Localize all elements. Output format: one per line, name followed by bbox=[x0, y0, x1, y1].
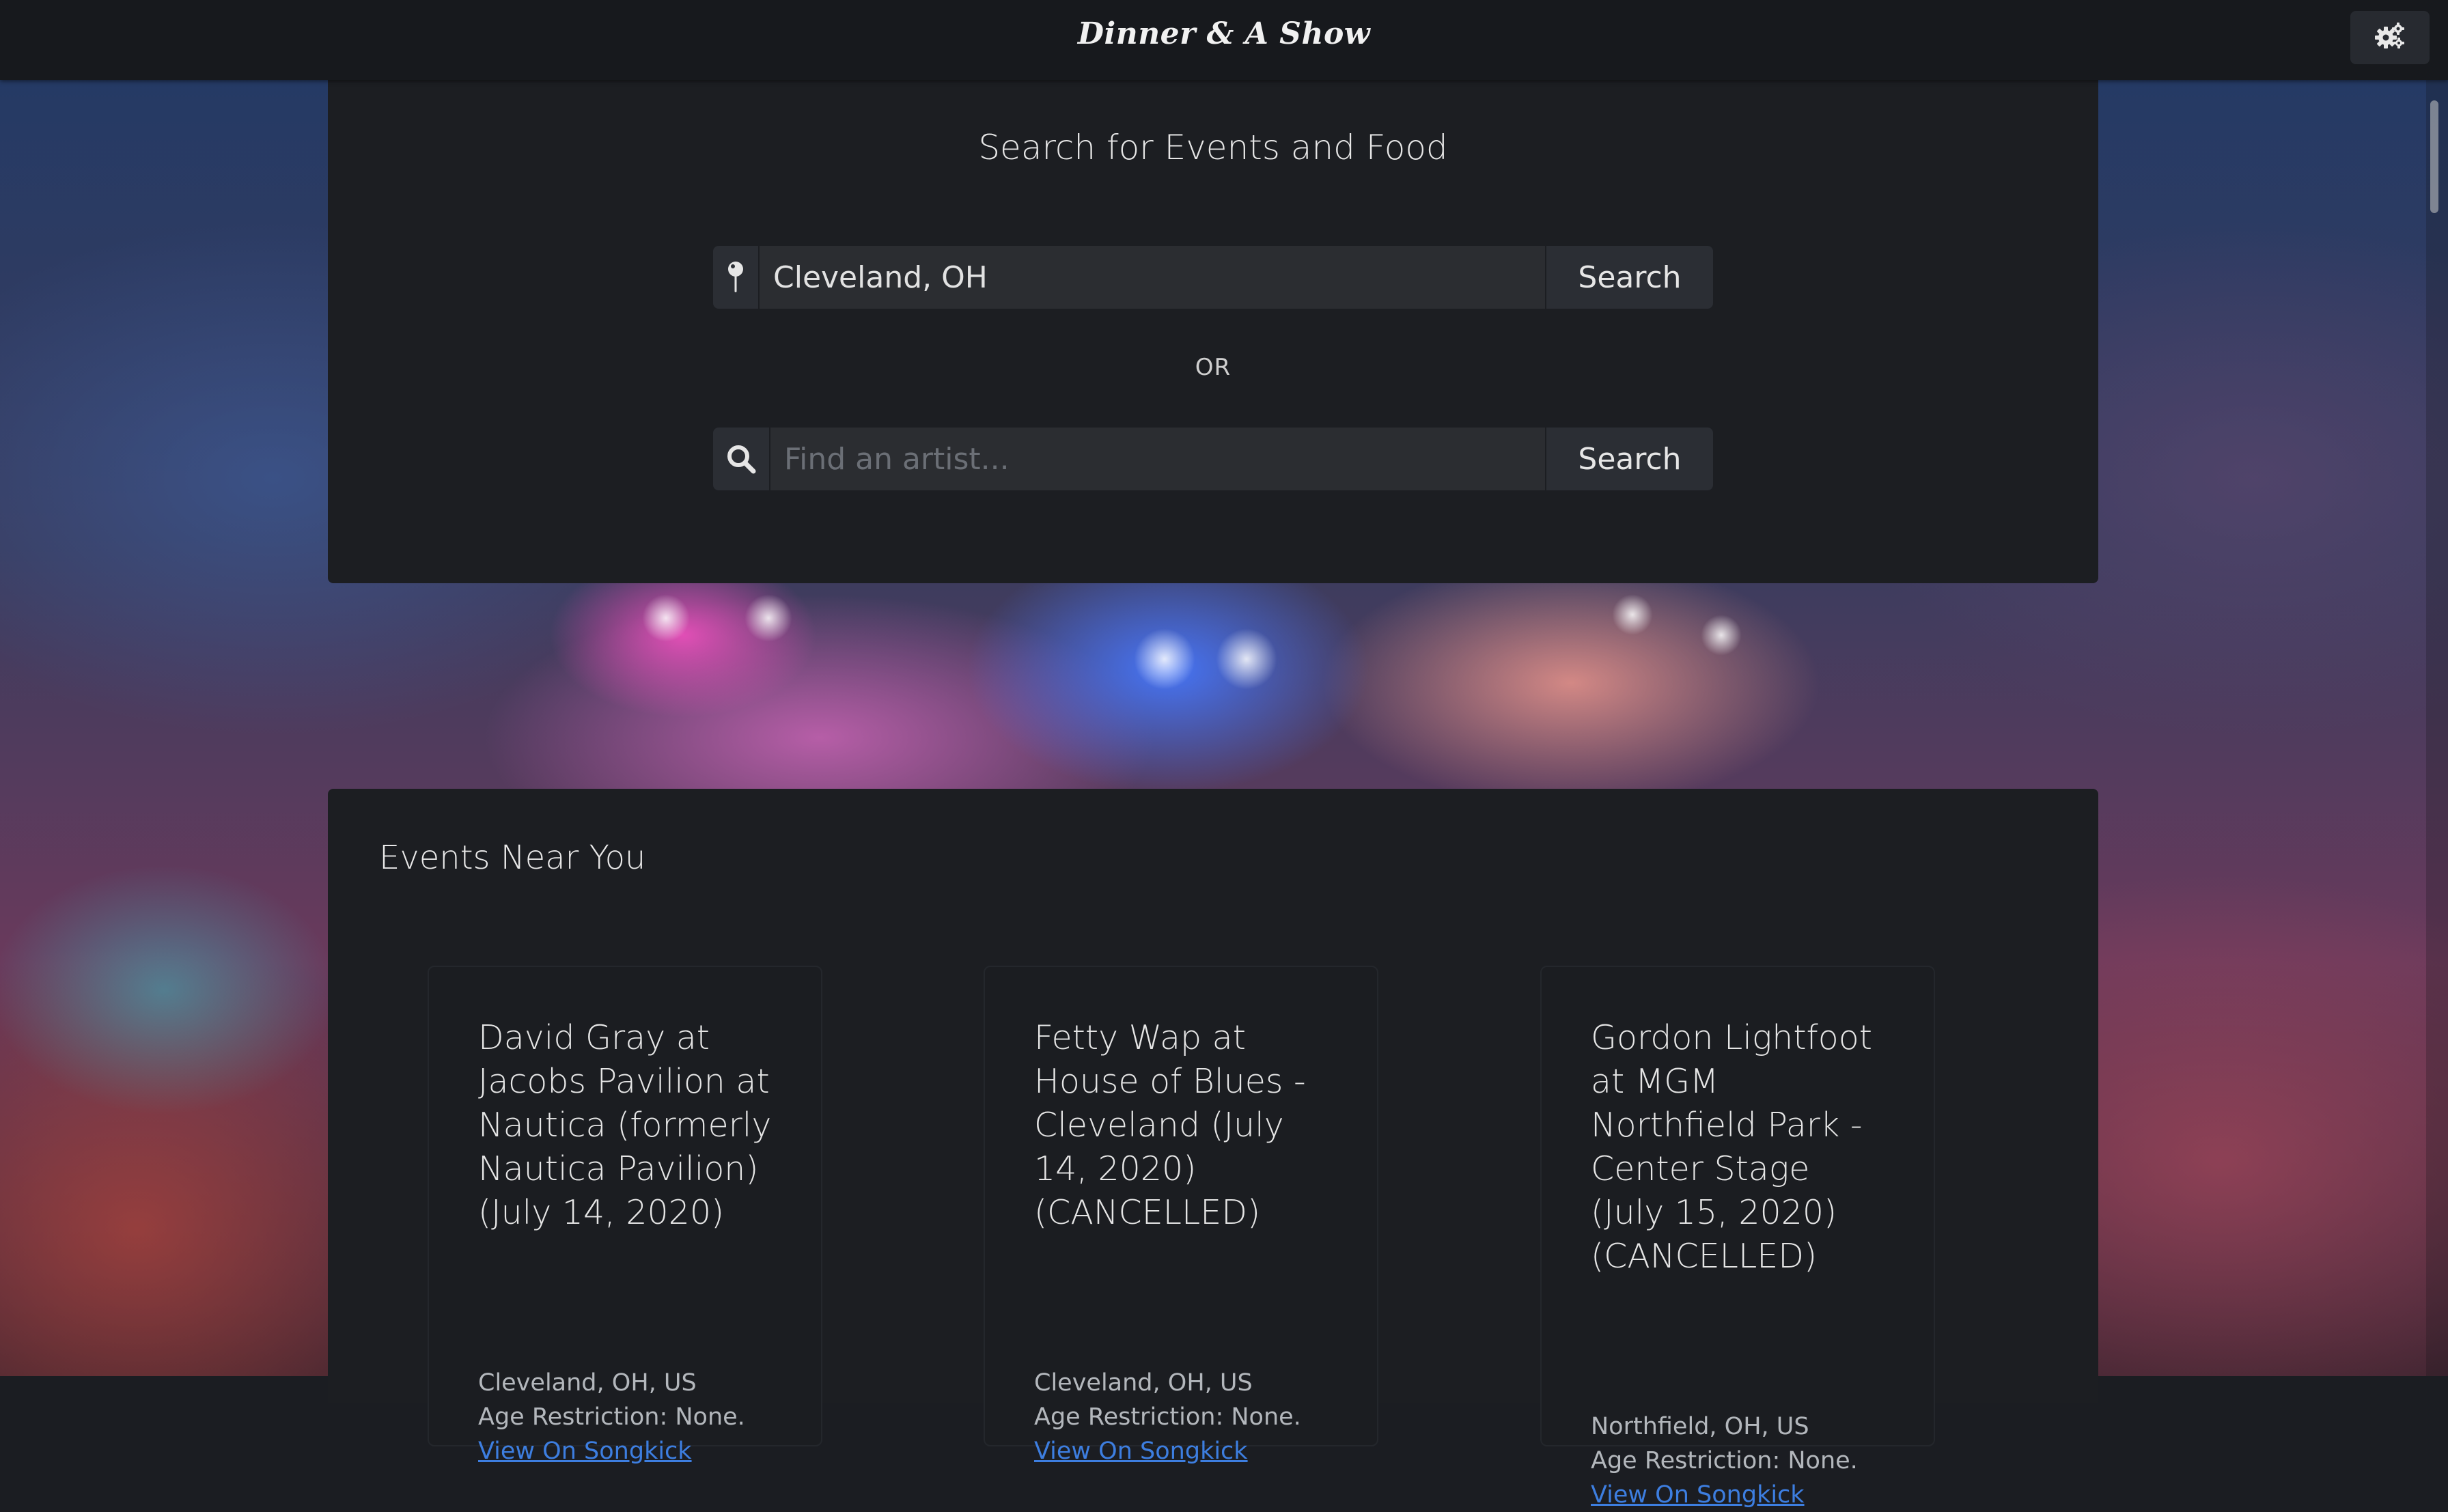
view-on-songkick-link[interactable]: View On Songkick bbox=[478, 1434, 792, 1468]
location-search-group: Search bbox=[713, 246, 1713, 309]
scrollbar-thumb[interactable] bbox=[2430, 100, 2438, 213]
event-age-restriction: Age Restriction: None. bbox=[1591, 1447, 1858, 1474]
page-scrollbar[interactable] bbox=[2426, 80, 2448, 1376]
location-search-button[interactable]: Search bbox=[1545, 246, 1713, 309]
event-title: Gordon Lightfoot at MGM Northfield Park … bbox=[1591, 1018, 1872, 1276]
search-icon bbox=[713, 428, 770, 490]
brand-title[interactable]: Dinner & A Show bbox=[0, 16, 2448, 51]
event-location: Northfield, OH, US bbox=[1591, 1413, 1809, 1440]
event-details: Northfield, OH, US Age Restriction: None… bbox=[1591, 1410, 1905, 1512]
event-card: Gordon Lightfoot at MGM Northfield Park … bbox=[1540, 966, 1935, 1509]
artist-search-button[interactable]: Search bbox=[1545, 428, 1713, 490]
events-section-title: Events Near You bbox=[379, 839, 646, 877]
artist-input[interactable] bbox=[770, 428, 1545, 490]
events-panel: Events Near You David Gray at Jacobs Pav… bbox=[328, 789, 2098, 1509]
gears-icon bbox=[2375, 23, 2405, 53]
event-details: Cleveland, OH, US Age Restriction: None.… bbox=[478, 1366, 792, 1468]
event-age-restriction: Age Restriction: None. bbox=[478, 1403, 745, 1431]
location-input[interactable] bbox=[760, 246, 1545, 309]
event-card: David Gray at Jacobs Pavilion at Nautica… bbox=[428, 966, 822, 1465]
view-on-songkick-link[interactable]: View On Songkick bbox=[1034, 1434, 1348, 1468]
event-card: Fetty Wap at House of Blues - Cleveland … bbox=[984, 966, 1378, 1465]
event-location: Cleveland, OH, US bbox=[478, 1369, 697, 1397]
event-location: Cleveland, OH, US bbox=[1034, 1369, 1253, 1397]
event-details: Cleveland, OH, US Age Restriction: None.… bbox=[1034, 1366, 1348, 1468]
map-pin-icon bbox=[713, 246, 760, 309]
search-panel: Search for Events and Food Search OR Sea… bbox=[328, 80, 2098, 583]
event-age-restriction: Age Restriction: None. bbox=[1034, 1403, 1301, 1431]
settings-button[interactable] bbox=[2350, 11, 2430, 64]
search-title: Search for Events and Food bbox=[978, 128, 1448, 167]
top-navbar: Dinner & A Show bbox=[0, 0, 2448, 80]
event-title: Fetty Wap at House of Blues - Cleveland … bbox=[1034, 1018, 1306, 1232]
view-on-songkick-link[interactable]: View On Songkick bbox=[1591, 1478, 1905, 1512]
artist-search-group: Search bbox=[713, 428, 1713, 490]
or-divider-label: OR bbox=[1195, 354, 1232, 381]
event-title: David Gray at Jacobs Pavilion at Nautica… bbox=[478, 1018, 772, 1232]
